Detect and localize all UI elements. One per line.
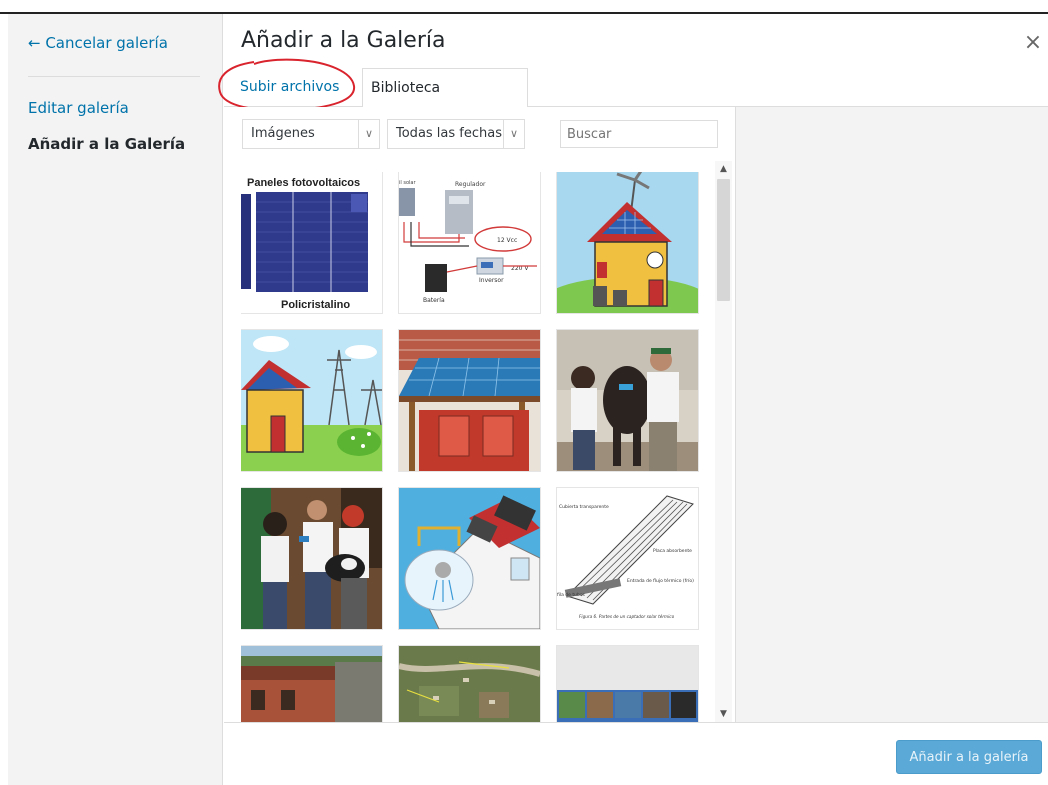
attachment-esquema-regulador[interactable]: il solar Regulador 12 Vcc 220 V Inversor…: [399, 172, 540, 313]
solar-wiring-diagram-image: il solar Regulador 12 Vcc 220 V Inversor…: [399, 172, 540, 313]
add-to-gallery-button[interactable]: Añadir a la galería: [896, 740, 1042, 774]
image-caption: Entrada de flujo térmico (frío): [627, 577, 694, 584]
photo-collage-image: [557, 646, 698, 722]
solar-collector-diagram-image: Cubierta transparente Placa absorbente E…: [557, 488, 698, 629]
date-filter-value: Todas las fechas: [396, 126, 502, 141]
attachments-browser: Imágenes ∨ Todas las fechas ∨ Paneles fo…: [224, 107, 736, 722]
date-filter[interactable]: Todas las fechas ∨: [387, 119, 525, 149]
attachment-mapa-aereo[interactable]: [399, 646, 540, 722]
top-bar: [0, 0, 1048, 14]
attachment-collage-fotos[interactable]: [557, 646, 698, 722]
image-caption: Paneles fotovoltaicos: [247, 177, 360, 189]
media-sidebar: ← Cancelar galería Editar galería Añadir…: [8, 14, 223, 785]
close-icon[interactable]: ×: [1020, 30, 1046, 56]
image-caption: Cubierta transparente: [559, 504, 609, 510]
tab-media-library[interactable]: Biblioteca multimedia: [362, 68, 528, 134]
house-power-towers-image: [241, 330, 382, 471]
attachments-grid: Paneles fotovoltaicos Policristalino il …: [241, 172, 715, 722]
sidebar-separator: [28, 76, 200, 77]
image-caption: Figura 6. Partes de un captador solar té…: [579, 614, 675, 619]
router-tabs: Subir archivos Biblioteca multimedia: [224, 68, 1048, 134]
rural-building-photo: [241, 646, 382, 722]
image-caption: 12 Vcc: [497, 237, 517, 244]
image-caption: Regulador: [455, 181, 486, 188]
tab-upload-files[interactable]: Subir archivos: [232, 68, 362, 106]
attachment-colector-solar-ducha[interactable]: [399, 488, 540, 629]
interview-calf-photo: [241, 488, 382, 629]
media-toolbar-footer: Añadir a la galería: [224, 722, 1048, 785]
page-title: Añadir a la Galería: [241, 28, 446, 53]
image-caption: Batería: [423, 297, 445, 304]
search-input[interactable]: [560, 120, 718, 148]
sidebar-item-add-to-gallery[interactable]: Añadir a la Galería: [28, 135, 185, 153]
attachment-details-panel: [736, 107, 1048, 722]
cancel-gallery-link[interactable]: ← Cancelar galería: [28, 34, 168, 52]
attachment-casa-aerogenerador[interactable]: [557, 172, 698, 313]
solar-water-heater-image: [399, 488, 540, 629]
aerial-map-image: [399, 646, 540, 722]
media-type-filter[interactable]: Imágenes ∨: [242, 119, 380, 149]
scroll-up-arrow-icon[interactable]: ▲: [715, 161, 732, 177]
attachment-porche-paneles[interactable]: [399, 330, 540, 471]
chevron-down-icon: ∨: [503, 120, 524, 148]
media-type-filter-value: Imágenes: [251, 126, 315, 141]
attachment-paneles-fotovoltaicos[interactable]: Paneles fotovoltaicos Policristalino: [241, 172, 382, 313]
porch-solar-panels-image: [399, 330, 540, 471]
image-caption: Placa absorbente: [653, 548, 692, 554]
attachment-captador-solar-termico[interactable]: Cubierta transparente Placa absorbente E…: [557, 488, 698, 629]
scroll-thumb[interactable]: [717, 179, 730, 301]
attachment-edificio-rural[interactable]: [241, 646, 382, 722]
image-caption: Inversor: [479, 277, 504, 284]
house-wind-turbine-image: [557, 172, 698, 313]
attachment-entrevista-ternero[interactable]: [241, 488, 382, 629]
chevron-down-icon: ∨: [358, 120, 379, 148]
scroll-down-arrow-icon[interactable]: ▼: [715, 706, 732, 722]
interview-horse-photo: [557, 330, 698, 471]
solar-panel-cells-image: Paneles fotovoltaicos Policristalino: [241, 172, 382, 313]
image-caption: fila de tubos: [557, 592, 586, 598]
image-caption: il solar: [399, 180, 416, 186]
grid-scrollbar[interactable]: ▲ ▼: [715, 161, 732, 722]
image-caption: Policristalino: [281, 299, 350, 311]
attachment-casa-torres-electricas[interactable]: [241, 330, 382, 471]
sidebar-item-edit-gallery[interactable]: Editar galería: [28, 99, 129, 117]
attachment-entrevista-caballo[interactable]: [557, 330, 698, 471]
